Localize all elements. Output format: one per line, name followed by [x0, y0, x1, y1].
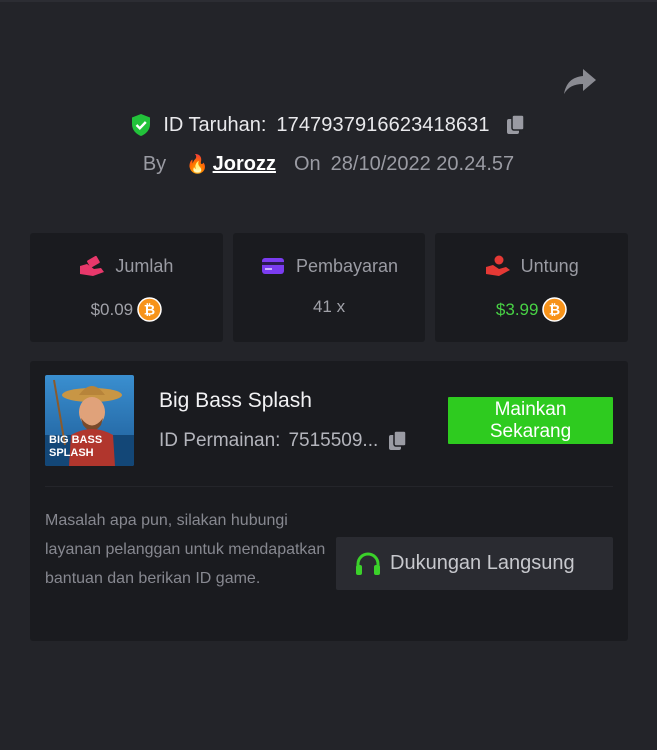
svg-text:₿: ₿	[549, 303, 560, 319]
bet-id-row: ID Taruhan: 1747937916623418631	[0, 110, 657, 140]
top-divider	[0, 0, 657, 2]
play-label-line1: Mainkan	[494, 398, 567, 420]
thumb-title-line1: BIG BASS	[49, 434, 102, 446]
stat-amount: Jumlah $0.09 ₿	[30, 233, 223, 342]
stat-payout-value: 41 x	[312, 297, 346, 316]
game-id-label: ID Permainan:	[159, 430, 281, 451]
support-label: Dukungan Langsung	[390, 552, 575, 574]
game-card: BIG BASS SPLASH Big Bass Splash ID Perma…	[30, 361, 628, 641]
fire-icon: 🔥	[186, 153, 209, 174]
share-icon[interactable]	[563, 66, 597, 96]
thumb-title-line2: SPLASH	[49, 447, 94, 459]
card-divider	[45, 486, 613, 487]
username-link[interactable]: Jorozz	[213, 153, 276, 176]
game-thumbnail[interactable]: BIG BASS SPLASH	[45, 375, 134, 466]
game-id-value: 7515509...	[288, 430, 379, 451]
stat-amount-value: $0.09	[90, 299, 134, 319]
verified-shield-icon	[132, 114, 151, 136]
live-support-button[interactable]: Dukungan Langsung	[336, 537, 613, 590]
bet-stats: Jumlah $0.09 ₿ Pembayaran 41 x Untung $3…	[30, 233, 629, 342]
stat-profit-value: $3.99	[495, 299, 539, 319]
headset-icon	[356, 552, 380, 575]
bet-hand-icon	[80, 255, 105, 276]
game-id-row: ID Permainan: 7515509...	[159, 429, 410, 453]
copy-icon[interactable]	[386, 429, 410, 453]
stat-amount-label: Jumlah	[115, 255, 174, 276]
help-text: Masalah apa pun, silakan hubungi layanan…	[45, 512, 326, 587]
game-title: Big Bass Splash	[159, 389, 312, 412]
stat-profit-label: Untung	[520, 255, 579, 276]
svg-text:₿: ₿	[144, 303, 155, 319]
copy-icon[interactable]	[504, 113, 528, 137]
stat-payout: Pembayaran 41 x	[232, 233, 426, 342]
stat-payout-label: Pembayaran	[295, 255, 399, 276]
bitcoin-icon: ₿	[137, 297, 162, 322]
bitcoin-icon: ₿	[542, 297, 568, 322]
play-now-button[interactable]: Mainkan Sekarang	[448, 397, 613, 444]
bet-datetime: 28/10/2022 20.24.57	[330, 152, 515, 175]
bet-id-value: 1747937916623418631	[276, 113, 490, 136]
bet-id-label: ID Taruhan:	[163, 113, 267, 136]
by-label: By	[142, 152, 167, 175]
card-icon	[261, 258, 284, 274]
play-label-line2: Sekarang	[489, 420, 572, 442]
profit-hand-icon	[485, 255, 510, 276]
on-label: On	[293, 152, 321, 175]
stat-profit: Untung $3.99 ₿	[435, 233, 629, 342]
author-row: By 🔥 Jorozz On 28/10/2022 20.24.57	[0, 150, 657, 178]
